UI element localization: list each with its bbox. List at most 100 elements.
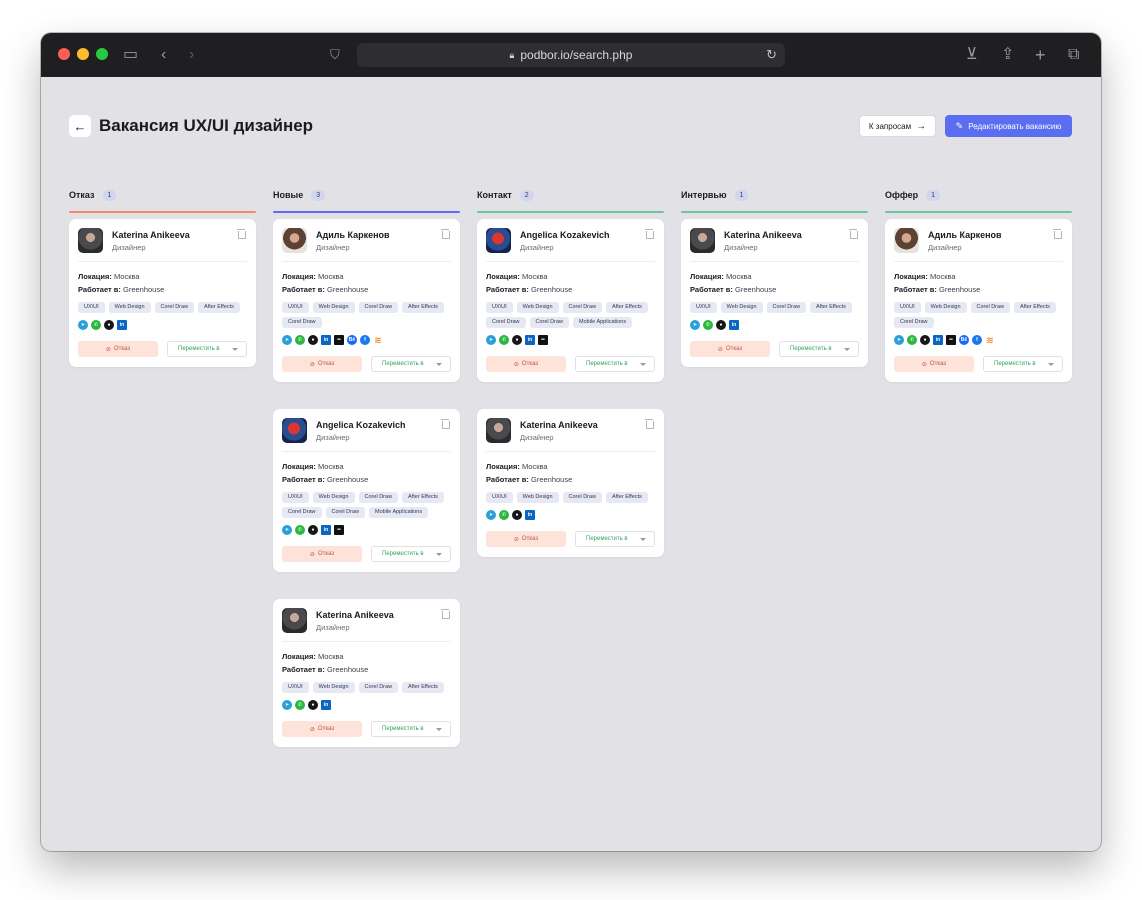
github-icon[interactable]: ● bbox=[308, 700, 318, 710]
trash-icon[interactable] bbox=[645, 419, 654, 429]
new-tab-icon[interactable]: + bbox=[1035, 45, 1046, 65]
candidate-card[interactable]: Katerina Anikeeva Дизайнер Локация: Москва… bbox=[69, 219, 256, 367]
behance-icon[interactable]: Bē bbox=[959, 335, 969, 345]
telegram-icon[interactable]: ➤ bbox=[486, 335, 496, 345]
move-to-dropdown[interactable]: Переместить в bbox=[779, 341, 859, 357]
move-to-dropdown[interactable]: Переместить в bbox=[371, 356, 451, 372]
whatsapp-icon[interactable]: ✆ bbox=[295, 700, 305, 710]
whatsapp-icon[interactable]: ✆ bbox=[499, 510, 509, 520]
flickr-icon[interactable]: •• bbox=[946, 335, 956, 345]
github-icon[interactable]: ● bbox=[308, 525, 318, 535]
whatsapp-icon[interactable]: ✆ bbox=[703, 320, 713, 330]
reject-button[interactable]: ⊘ Отказ bbox=[486, 531, 566, 547]
trash-icon[interactable] bbox=[1053, 229, 1062, 239]
candidate-name[interactable]: Katerina Anikeeva bbox=[316, 609, 394, 621]
trash-icon[interactable] bbox=[441, 229, 450, 239]
reject-button[interactable]: ⊘ Отказ bbox=[690, 341, 770, 357]
trash-icon[interactable] bbox=[441, 419, 450, 429]
candidate-name[interactable]: Angelica Kozakevich bbox=[520, 229, 610, 241]
telegram-icon[interactable]: ➤ bbox=[894, 335, 904, 345]
github-icon[interactable]: ● bbox=[512, 510, 522, 520]
linkedin-icon[interactable]: in bbox=[321, 525, 331, 535]
github-icon[interactable]: ● bbox=[920, 335, 930, 345]
candidate-name[interactable]: Katerina Anikeeva bbox=[724, 229, 802, 241]
reject-button[interactable]: ⊘ Отказ bbox=[282, 546, 362, 562]
reject-button[interactable]: ⊘ Отказ bbox=[78, 341, 158, 357]
candidate-card[interactable]: Адиль Каркенов Дизайнер Локация: Москва Раб… bbox=[885, 219, 1072, 382]
back-nav-icon[interactable]: ‹ bbox=[161, 45, 166, 65]
tab-overview-icon[interactable]: ⧉ bbox=[1068, 45, 1079, 65]
telegram-icon[interactable]: ➤ bbox=[282, 335, 292, 345]
linkedin-icon[interactable]: in bbox=[117, 320, 127, 330]
move-to-dropdown[interactable]: Переместить в bbox=[167, 341, 247, 357]
telegram-icon[interactable]: ➤ bbox=[486, 510, 496, 520]
linkedin-icon[interactable]: in bbox=[933, 335, 943, 345]
candidate-name[interactable]: Адиль Каркенов bbox=[928, 229, 1002, 241]
linkedin-icon[interactable]: in bbox=[525, 510, 535, 520]
facebook-icon[interactable]: f bbox=[360, 335, 370, 345]
trash-icon[interactable] bbox=[237, 229, 246, 239]
forward-nav-icon[interactable]: › bbox=[189, 45, 194, 65]
linkedin-icon[interactable]: in bbox=[729, 320, 739, 330]
move-to-dropdown[interactable]: Переместить в bbox=[371, 546, 451, 562]
facebook-icon[interactable]: f bbox=[972, 335, 982, 345]
move-to-dropdown[interactable]: Переместить в bbox=[371, 721, 451, 737]
telegram-icon[interactable]: ➤ bbox=[690, 320, 700, 330]
telegram-icon[interactable]: ➤ bbox=[282, 700, 292, 710]
stackoverflow-icon[interactable]: ≋ bbox=[985, 335, 995, 345]
whatsapp-icon[interactable]: ✆ bbox=[499, 335, 509, 345]
download-icon[interactable]: ⊻ bbox=[966, 45, 978, 65]
candidate-card[interactable]: Angelica Kozakevich Дизайнер Локация: Моск… bbox=[477, 219, 664, 382]
reject-button[interactable]: ⊘ Отказ bbox=[282, 356, 362, 372]
column-count-badge: 1 bbox=[734, 189, 749, 201]
move-to-dropdown[interactable]: Переместить в bbox=[983, 356, 1063, 372]
move-to-dropdown[interactable]: Переместить в bbox=[575, 531, 655, 547]
telegram-icon[interactable]: ➤ bbox=[78, 320, 88, 330]
flickr-icon[interactable]: •• bbox=[334, 525, 344, 535]
whatsapp-icon[interactable]: ✆ bbox=[295, 335, 305, 345]
move-to-dropdown[interactable]: Переместить в bbox=[575, 356, 655, 372]
candidate-card[interactable]: Katerina Anikeeva Дизайнер Локация: Москва… bbox=[273, 599, 460, 747]
whatsapp-icon[interactable]: ✆ bbox=[907, 335, 917, 345]
github-icon[interactable]: ● bbox=[308, 335, 318, 345]
trash-icon[interactable] bbox=[849, 229, 858, 239]
linkedin-icon[interactable]: in bbox=[321, 700, 331, 710]
minimize-window-button[interactable] bbox=[77, 48, 89, 60]
reject-button[interactable]: ⊘ Отказ bbox=[894, 356, 974, 372]
reject-button[interactable]: ⊘ Отказ bbox=[486, 356, 566, 372]
candidate-name[interactable]: Katerina Anikeeva bbox=[520, 419, 598, 431]
shield-icon[interactable]: ⛉ bbox=[330, 45, 340, 65]
stackoverflow-icon[interactable]: ≋ bbox=[373, 335, 383, 345]
trash-icon[interactable] bbox=[441, 609, 450, 619]
reject-button[interactable]: ⊘ Отказ bbox=[282, 721, 362, 737]
candidate-name[interactable]: Angelica Kozakevich bbox=[316, 419, 406, 431]
back-button[interactable]: ← bbox=[69, 115, 91, 137]
candidate-card[interactable]: Адиль Каркенов Дизайнер Локация: Москва Раб… bbox=[273, 219, 460, 382]
behance-icon[interactable]: Bē bbox=[347, 335, 357, 345]
reload-icon[interactable]: ↻ bbox=[766, 47, 777, 63]
edit-vacancy-button[interactable]: ✎ Редактировать вакансию bbox=[945, 115, 1072, 137]
trash-icon[interactable] bbox=[645, 229, 654, 239]
telegram-icon[interactable]: ➤ bbox=[282, 525, 292, 535]
github-icon[interactable]: ● bbox=[716, 320, 726, 330]
address-bar[interactable]: 🔒︎ podbor.io/search.php ↻ bbox=[357, 43, 785, 67]
candidate-card[interactable]: Angelica Kozakevich Дизайнер Локация: Моск… bbox=[273, 409, 460, 572]
github-icon[interactable]: ● bbox=[512, 335, 522, 345]
share-icon[interactable]: ⇪ bbox=[1001, 45, 1014, 65]
to-requests-button[interactable]: К запросам → bbox=[859, 115, 936, 137]
candidate-card[interactable]: Katerina Anikeeva Дизайнер Локация: Москва… bbox=[477, 409, 664, 557]
github-icon[interactable]: ● bbox=[104, 320, 114, 330]
page-title: Вакансия UX/UI дизайнер bbox=[99, 116, 314, 135]
whatsapp-icon[interactable]: ✆ bbox=[91, 320, 101, 330]
candidate-name[interactable]: Katerina Anikeeva bbox=[112, 229, 190, 241]
linkedin-icon[interactable]: in bbox=[321, 335, 331, 345]
sidebar-toggle-icon[interactable]: ▭ bbox=[123, 45, 138, 65]
flickr-icon[interactable]: •• bbox=[334, 335, 344, 345]
whatsapp-icon[interactable]: ✆ bbox=[295, 525, 305, 535]
linkedin-icon[interactable]: in bbox=[525, 335, 535, 345]
flickr-icon[interactable]: •• bbox=[538, 335, 548, 345]
close-window-button[interactable] bbox=[58, 48, 70, 60]
zoom-window-button[interactable] bbox=[96, 48, 108, 60]
candidate-name[interactable]: Адиль Каркенов bbox=[316, 229, 390, 241]
candidate-card[interactable]: Katerina Anikeeva Дизайнер Локация: Москва… bbox=[681, 219, 868, 367]
